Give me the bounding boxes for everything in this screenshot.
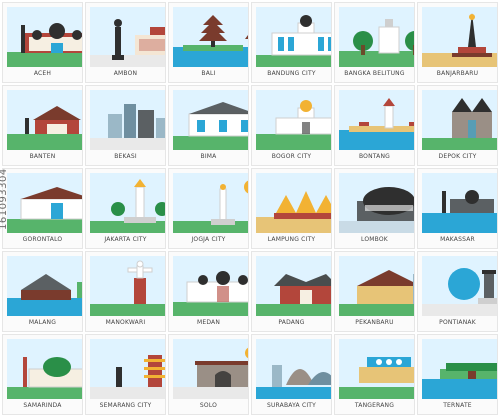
istana-maimun-icon bbox=[173, 256, 248, 316]
tile-gorontalo: GORONTALO bbox=[2, 168, 83, 249]
kota-ternate-sign-icon bbox=[422, 339, 497, 399]
tile-caption: SAMARINDA bbox=[23, 402, 62, 409]
tile-banjarbaru: BANJARBARU bbox=[417, 2, 498, 83]
national-monument-icon bbox=[90, 173, 165, 233]
city-landmarks-grid: ACEH AMBON BALI BANDUNG CITY BANGKA BELI… bbox=[0, 0, 500, 417]
tile-caption: SOLO bbox=[199, 402, 218, 409]
tile-caption: TANGERANG bbox=[354, 402, 395, 409]
tile-makassar: MAKASSAR bbox=[417, 168, 498, 249]
mosque-domes-icon bbox=[7, 7, 82, 67]
city-signboard-icon bbox=[339, 339, 414, 399]
tile-bekasi: BEKASI bbox=[85, 85, 166, 166]
tile-caption: BEKASI bbox=[114, 153, 137, 160]
tile-lombok: LOMBOK bbox=[334, 168, 415, 249]
tile-pontianak: PONTIANAK bbox=[417, 251, 498, 332]
tile-caption: TERNATE bbox=[443, 402, 472, 409]
tugu-monument-sun-icon bbox=[173, 173, 248, 233]
temple-gate-icon bbox=[7, 90, 82, 150]
palace-building-icon bbox=[173, 90, 248, 150]
tile-banten: BANTEN bbox=[2, 85, 83, 166]
tile-padang: PADANG bbox=[251, 251, 332, 332]
tile-caption: BANTEN bbox=[29, 153, 56, 160]
tile-lampung-city: LAMPUNG CITY bbox=[251, 168, 332, 249]
colonial-building-icon bbox=[256, 7, 331, 67]
pagoda-temple-water-icon bbox=[173, 7, 248, 67]
riau-roof-building-icon bbox=[339, 256, 414, 316]
minangkabau-house-icon bbox=[256, 256, 331, 316]
coastal-monument-icon bbox=[339, 90, 414, 150]
tile-caption: PEKANBARU bbox=[355, 319, 394, 326]
mosque-green-dome-icon bbox=[7, 339, 82, 399]
tile-caption: AMBON bbox=[113, 70, 138, 77]
tile-bangka-belitung: BANGKA BELITUNG bbox=[334, 2, 415, 83]
traditional-house-lake-icon bbox=[7, 256, 82, 316]
tile-aceh: ACEH bbox=[2, 2, 83, 83]
tile-caption: BALI bbox=[201, 70, 216, 77]
town-hall-icon bbox=[7, 173, 82, 233]
tile-caption: LOMBOK bbox=[361, 236, 388, 243]
tile-caption: BIMA bbox=[200, 153, 217, 160]
statue-and-building-icon bbox=[90, 7, 165, 67]
tile-caption: BOGOR CITY bbox=[271, 153, 312, 160]
tile-caption: MEDAN bbox=[196, 319, 221, 326]
tile-caption: BANDUNG CITY bbox=[267, 70, 316, 77]
tile-jogja-city: JOGJA CITY bbox=[168, 168, 249, 249]
tile-bandung-city: BANDUNG CITY bbox=[251, 2, 332, 83]
tile-malang: MALANG bbox=[2, 251, 83, 332]
tile-surabaya-city: SURABAYA CITY bbox=[251, 334, 332, 415]
tile-caption: PONTIANAK bbox=[439, 319, 476, 326]
tile-bontang: BONTANG bbox=[334, 85, 415, 166]
tile-caption: MANOKWARI bbox=[105, 319, 146, 326]
skyscraper-cluster-icon bbox=[90, 90, 165, 150]
crown-monument-icon bbox=[256, 173, 331, 233]
tile-depok-city: DEPOK CITY bbox=[417, 85, 498, 166]
obelisk-monument-icon bbox=[422, 7, 497, 67]
tile-pekanbaru: PEKANBARU bbox=[334, 251, 415, 332]
mosque-water-icon bbox=[422, 173, 497, 233]
tile-caption: DEPOK CITY bbox=[438, 153, 477, 160]
dome-building-icon bbox=[339, 173, 414, 233]
shark-crocodile-statue-icon bbox=[256, 339, 331, 399]
tile-caption: JOGJA CITY bbox=[191, 236, 226, 243]
tile-bali: BALI bbox=[168, 2, 249, 83]
gate-arch-icon bbox=[173, 339, 248, 399]
tile-ambon: AMBON bbox=[85, 2, 166, 83]
tile-caption: JAKARTA CITY bbox=[104, 236, 147, 243]
tile-medan: MEDAN bbox=[168, 251, 249, 332]
tile-solo: SOLO bbox=[168, 334, 249, 415]
tile-caption: LAMPUNG CITY bbox=[267, 236, 316, 243]
pagoda-tower-icon bbox=[90, 339, 165, 399]
tile-ternate: TERNATE bbox=[417, 334, 498, 415]
tile-tangerang: TANGERANG bbox=[334, 334, 415, 415]
monument-trees-icon bbox=[339, 7, 414, 67]
jesus-statue-icon bbox=[90, 256, 165, 316]
tile-caption: BONTANG bbox=[358, 153, 391, 160]
tile-bogor-city: BOGOR CITY bbox=[251, 85, 332, 166]
tile-caption: BANGKA BELITUNG bbox=[344, 70, 405, 77]
tile-caption: MALANG bbox=[28, 319, 57, 326]
stock-id-watermark: 161093304 bbox=[0, 168, 9, 230]
equator-monument-icon bbox=[422, 256, 497, 316]
tile-samarinda: SAMARINDA bbox=[2, 334, 83, 415]
tile-caption: PADANG bbox=[278, 319, 305, 326]
tile-caption: SEMARANG CITY bbox=[99, 402, 152, 409]
tile-caption: SURABAYA CITY bbox=[266, 402, 317, 409]
tile-manokwari: MANOKWARI bbox=[85, 251, 166, 332]
palace-with-dome-icon bbox=[256, 90, 331, 150]
tile-caption: GORONTALO bbox=[22, 236, 63, 243]
tile-semarang-city: SEMARANG CITY bbox=[85, 334, 166, 415]
tile-caption: MAKASSAR bbox=[440, 236, 475, 243]
tile-caption: BANJARBARU bbox=[436, 70, 479, 77]
gothic-cathedral-icon bbox=[422, 90, 497, 150]
tile-bima: BIMA bbox=[168, 85, 249, 166]
tile-caption: ACEH bbox=[33, 70, 52, 77]
tile-jakarta-city: JAKARTA CITY bbox=[85, 168, 166, 249]
